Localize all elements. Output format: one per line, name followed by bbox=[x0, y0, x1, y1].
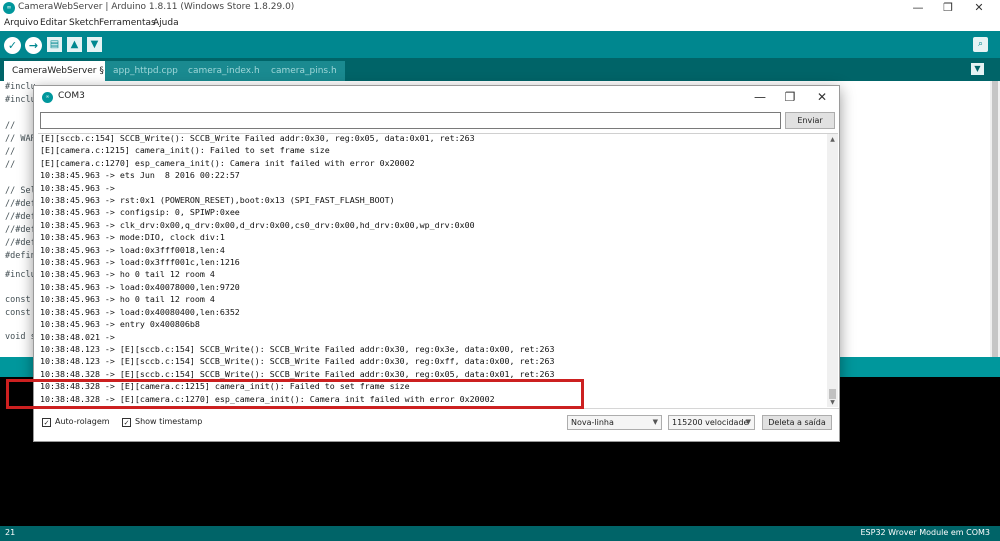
serial-output-line: 10:38:48.021 -> bbox=[40, 331, 115, 342]
serial-output-line: 10:38:45.963 -> clk_drv:0x00,q_drv:0x00,… bbox=[40, 219, 475, 230]
tab-app-httpd[interactable]: app_httpd.cpp bbox=[105, 61, 186, 81]
tab-camera-pins[interactable]: camera_pins.h bbox=[263, 61, 345, 81]
title-bar: ∞ CameraWebServer | Arduino 1.8.11 (Wind… bbox=[0, 0, 1000, 17]
menu-sketch[interactable]: Sketch bbox=[69, 18, 99, 28]
chevron-down-icon: ▼ bbox=[745, 418, 751, 426]
baud-rate-select[interactable]: 115200 velocidade ▼ bbox=[668, 415, 755, 430]
serial-monitor-title-bar: ∞ COM3 — ❐ ✕ bbox=[34, 86, 839, 108]
editor-scrollbar[interactable] bbox=[990, 81, 1000, 357]
menu-ajuda[interactable]: Ajuda bbox=[153, 18, 179, 28]
clear-output-button[interactable]: Deleta a saída bbox=[762, 415, 832, 430]
serial-output[interactable]: [E][sccb.c:154] SCCB_Write(): SCCB_Write… bbox=[38, 133, 838, 407]
baud-rate-value: 115200 velocidade bbox=[672, 418, 749, 427]
serial-output-line: 10:38:45.963 -> load:0x3fff0018,len:4 bbox=[40, 244, 225, 255]
autoscroll-label: Auto-rolagem bbox=[55, 417, 110, 426]
close-window-button[interactable]: ✕ bbox=[964, 0, 994, 17]
menu-arquivo[interactable]: Arquivo bbox=[4, 18, 38, 28]
code-line: #inclu bbox=[5, 95, 36, 105]
serial-output-line: [E][camera.c:1270] esp_camera_init(): Ca… bbox=[40, 157, 415, 168]
minimize-button[interactable]: — bbox=[903, 0, 933, 17]
line-ending-select[interactable]: Nova-linha ▼ bbox=[567, 415, 662, 430]
toolbar: ✓ → ▤ ▲ ▼ ⌕ bbox=[0, 31, 1000, 58]
serial-output-scrollbar[interactable]: ▲ ▼ bbox=[827, 134, 838, 407]
code-line: // Sel bbox=[5, 186, 36, 196]
serial-output-line: 10:38:45.963 -> mode:DIO, clock div:1 bbox=[40, 232, 225, 243]
serial-monitor-footer: ✓ Auto-rolagem ✓ Show timestamp Nova-lin… bbox=[34, 408, 839, 441]
code-line: // WAR bbox=[5, 134, 36, 144]
code-line: #inclu bbox=[5, 270, 36, 280]
serial-output-line: 10:38:45.963 -> load:0x3fff001c,len:1216 bbox=[40, 257, 240, 268]
serial-output-line: [E][camera.c:1215] camera_init(): Failed… bbox=[40, 145, 330, 156]
serial-monitor-title: COM3 bbox=[58, 91, 85, 101]
serial-monitor-button[interactable]: ⌕ bbox=[973, 37, 988, 52]
code-line: #defin bbox=[5, 251, 36, 261]
code-line: //#def bbox=[5, 225, 36, 235]
tab-camerawebserver[interactable]: CameraWebServer § bbox=[4, 61, 112, 81]
serial-output-line: 10:38:45.963 -> load:0x40080400,len:6352 bbox=[40, 306, 240, 317]
code-line: //#def bbox=[5, 238, 36, 248]
error-highlight-box bbox=[6, 379, 584, 409]
code-line: #inclu bbox=[5, 82, 36, 92]
arduino-logo-icon: ∞ bbox=[42, 92, 53, 103]
serial-output-line: 10:38:48.123 -> [E][sccb.c:154] SCCB_Wri… bbox=[40, 356, 555, 367]
maximize-button[interactable]: ❐ bbox=[933, 0, 963, 17]
tab-bar: CameraWebServer § app_httpd.cpp camera_i… bbox=[0, 58, 1000, 81]
serial-output-line: 10:38:48.123 -> [E][sccb.c:154] SCCB_Wri… bbox=[40, 343, 555, 354]
show-timestamp-checkbox[interactable]: ✓ bbox=[122, 418, 131, 427]
verify-button[interactable]: ✓ bbox=[4, 37, 21, 54]
code-line: // bbox=[5, 147, 16, 157]
serial-send-input[interactable] bbox=[40, 112, 781, 129]
scroll-up-icon[interactable]: ▲ bbox=[827, 134, 838, 145]
serial-output-line: 10:38:45.963 -> entry 0x400806b8 bbox=[40, 319, 200, 330]
chevron-down-icon: ▼ bbox=[652, 418, 658, 426]
show-timestamp-label: Show timestamp bbox=[135, 417, 203, 426]
serial-output-line: [E][sccb.c:154] SCCB_Write(): SCCB_Write… bbox=[40, 133, 475, 143]
line-number: 21 bbox=[5, 528, 16, 537]
serial-close-button[interactable]: ✕ bbox=[808, 88, 836, 106]
arduino-ide-window: ∞ CameraWebServer | Arduino 1.8.11 (Wind… bbox=[0, 0, 1000, 541]
code-line: const bbox=[5, 295, 31, 305]
code-line: // bbox=[5, 121, 16, 131]
serial-maximize-button[interactable]: ❐ bbox=[776, 88, 804, 106]
new-sketch-button[interactable]: ▤ bbox=[47, 37, 62, 52]
window-title: CameraWebServer | Arduino 1.8.11 (Window… bbox=[18, 2, 295, 12]
serial-output-line: 10:38:45.963 -> ho 0 tail 12 room 4 bbox=[40, 294, 215, 305]
tab-menu-icon[interactable]: ▼ bbox=[971, 63, 984, 75]
save-sketch-button[interactable]: ▼ bbox=[87, 37, 102, 52]
scroll-down-icon[interactable]: ▼ bbox=[827, 397, 838, 407]
code-line: void s bbox=[5, 332, 36, 342]
upload-button[interactable]: → bbox=[25, 37, 42, 54]
arduino-logo-icon: ∞ bbox=[3, 2, 15, 14]
open-sketch-button[interactable]: ▲ bbox=[67, 37, 82, 52]
autoscroll-checkbox[interactable]: ✓ bbox=[42, 418, 51, 427]
serial-output-line: 10:38:45.963 -> ets Jun 8 2016 00:22:57 bbox=[40, 170, 240, 181]
editor-scroll-thumb[interactable] bbox=[992, 81, 998, 357]
serial-output-line: 10:38:45.963 -> configsip: 0, SPIWP:0xee bbox=[40, 207, 240, 218]
serial-minimize-button[interactable]: — bbox=[746, 88, 774, 106]
send-button[interactable]: Enviar bbox=[785, 112, 835, 129]
tab-camera-index[interactable]: camera_index.h bbox=[180, 61, 268, 81]
serial-output-line: 10:38:45.963 -> bbox=[40, 182, 115, 193]
serial-output-text: [E][sccb.c:154] SCCB_Write(): SCCB_Write… bbox=[40, 133, 820, 405]
code-line: //#def bbox=[5, 212, 36, 222]
code-line: const bbox=[5, 308, 31, 318]
code-line: //#def bbox=[5, 199, 36, 209]
code-line: // bbox=[5, 160, 16, 170]
menu-ferramentas[interactable]: Ferramentas bbox=[99, 18, 156, 28]
line-ending-value: Nova-linha bbox=[571, 418, 614, 427]
serial-output-line: 10:38:45.963 -> rst:0x1 (POWERON_RESET),… bbox=[40, 195, 395, 206]
status-bar: 21 ESP32 Wrover Module em COM3 bbox=[0, 526, 1000, 541]
serial-output-line: 10:38:45.963 -> load:0x40078000,len:9720 bbox=[40, 281, 240, 292]
serial-output-line: 10:38:45.963 -> ho 0 tail 12 room 4 bbox=[40, 269, 215, 280]
menu-bar: Arquivo Editar Sketch Ferramentas Ajuda bbox=[0, 17, 1000, 31]
menu-editar[interactable]: Editar bbox=[40, 18, 67, 28]
board-info: ESP32 Wrover Module em COM3 bbox=[860, 528, 991, 537]
